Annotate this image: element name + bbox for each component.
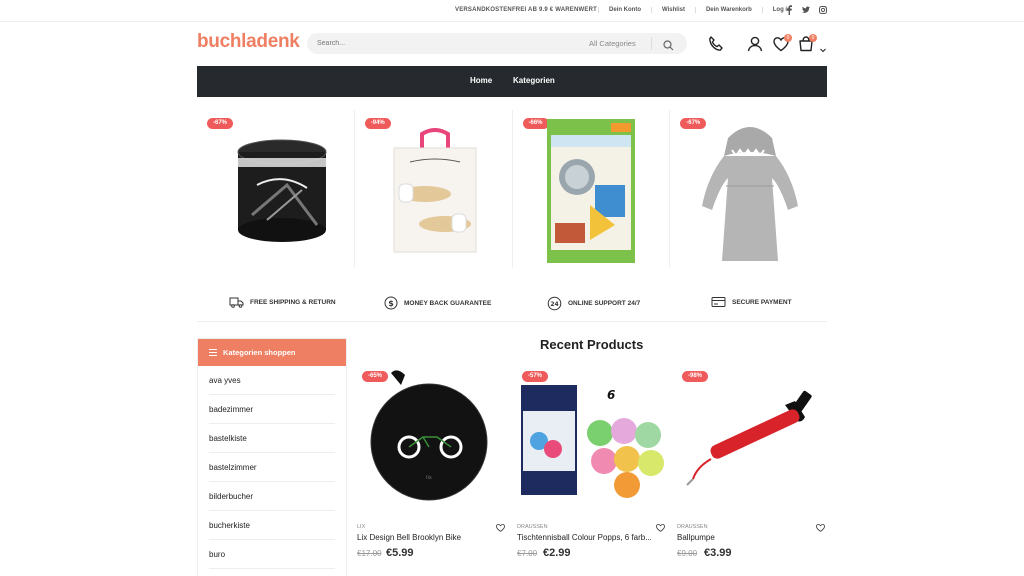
product-old-price: €17.00 [357, 549, 382, 558]
discount-badge: -65% [362, 371, 389, 382]
sidebar-item-ava-yves[interactable]: ava yves [209, 366, 335, 395]
sidebar-title: Kategorien shoppen [223, 348, 296, 357]
featured-product-card[interactable]: -67% [197, 110, 355, 268]
shipping-info: VERSANDKOSTENFREI AB 9.9 € WARENWERT [455, 7, 597, 13]
product-old-price: €9.00 [677, 549, 698, 558]
chevron-down-icon[interactable] [820, 40, 826, 58]
sidebar-item-bilderbucher[interactable]: bilderbucher [209, 482, 335, 511]
discount-badge: -94% [364, 118, 391, 129]
product-price: €3.99 [704, 547, 732, 559]
search-divider [651, 37, 652, 50]
link-cart[interactable]: Dein Warenkorb [694, 7, 762, 13]
shark-hooded-towel-image [702, 127, 799, 261]
search-bar: All Categories [307, 33, 687, 54]
wishlist-count-badge: 0 [784, 34, 792, 42]
featured-product-card[interactable]: -66% [513, 110, 671, 268]
product-card[interactable]: -98% DRAUSSEN Ballpumpe €9.00 €3.99 [677, 367, 827, 572]
main-nav: Home Kategorien [197, 66, 827, 97]
product-name[interactable]: Ballpumpe [677, 533, 817, 542]
phone-icon[interactable] [707, 35, 725, 53]
instagram-icon[interactable] [819, 5, 827, 15]
user-icon[interactable] [746, 35, 764, 53]
top-bar: VERSANDKOSTENFREI AB 9.9 € WARENWERT Dei… [0, 0, 1024, 22]
featured-products-banner: -67% -94% -66% -67% [197, 110, 827, 268]
account-links: Dein Konto Wishlist Dein Warenkorb Log i… [598, 7, 801, 13]
product-price: €2.99 [543, 547, 571, 559]
credit-card-icon [711, 297, 726, 307]
feature-money-back: $ MONEY BACK GUARANTEE [384, 296, 491, 310]
search-input[interactable] [317, 37, 567, 50]
search-icon[interactable] [663, 38, 674, 56]
feature-label: SECURE PAYMENT [732, 298, 792, 306]
product-name[interactable]: Tischtennisball Colour Popps, 6 farb... [517, 533, 657, 542]
sidebar-header[interactable]: Kategorien shoppen [198, 339, 346, 366]
feature-label: MONEY BACK GUARANTEE [404, 299, 492, 307]
nav-home[interactable]: Home [470, 76, 492, 85]
table-tennis-balls-image: 6 [521, 385, 664, 498]
sidebar-item-buro[interactable]: buro [209, 540, 335, 569]
ball-pump-image [686, 390, 812, 486]
site-logo[interactable]: buchladenk [197, 31, 300, 53]
sidebar-item-bastelzimmer[interactable]: bastelzimmer [209, 453, 335, 482]
heart-icon[interactable] [496, 524, 505, 532]
bike-bell-image: lix [370, 370, 488, 501]
social-links [785, 5, 827, 15]
product-name[interactable]: Lix Design Bell Brooklyn Bike [357, 533, 497, 542]
sidebar-item-bucherkiste[interactable]: bucherkiste [209, 511, 335, 540]
feature-label: ONLINE SUPPORT 24/7 [568, 300, 641, 307]
product-old-price: €7.00 [517, 549, 538, 558]
sidebar-item-bastelkiste[interactable]: bastelkiste [209, 424, 335, 453]
section-title: Recent Products [540, 337, 644, 352]
product-category[interactable]: LIX [357, 524, 365, 530]
reflective-sticker-tin-image [237, 139, 327, 242]
category-select[interactable]: All Categories [589, 39, 636, 48]
twitter-icon[interactable] [802, 5, 810, 15]
morse-code-lamp-box-image [546, 119, 635, 263]
hair-clips-card-image [393, 128, 477, 253]
featured-product-card[interactable]: -67% [670, 110, 827, 268]
feature-shipping: FREE SHIPPING & RETURN [229, 296, 336, 308]
sidebar-item-badezimmer[interactable]: badezimmer [209, 395, 335, 424]
feature-support: 24 ONLINE SUPPORT 24/7 [547, 296, 640, 311]
discount-badge: -57% [522, 371, 549, 382]
featured-product-card[interactable]: -94% [355, 110, 513, 268]
dollar-icon: $ [384, 296, 398, 310]
facebook-icon[interactable] [785, 5, 793, 15]
features-bar: FREE SHIPPING & RETURN $ MONEY BACK GUAR… [197, 288, 827, 322]
link-account[interactable]: Dein Konto [598, 7, 651, 13]
link-wishlist[interactable]: Wishlist [651, 7, 695, 13]
nav-kategorien[interactable]: Kategorien [513, 76, 555, 85]
heart-icon[interactable] [816, 524, 825, 532]
truck-icon [229, 297, 244, 308]
svg-text:6: 6 [607, 388, 615, 402]
svg-text:$: $ [388, 299, 394, 308]
product-category[interactable]: DRAUSSEN [677, 524, 708, 530]
product-price: €5.99 [386, 547, 414, 559]
feature-label: FREE SHIPPING & RETURN [250, 298, 336, 306]
discount-badge: -67% [207, 118, 234, 129]
svg-text:lix: lix [426, 475, 432, 481]
product-card[interactable]: 6 -57% DRAUSSEN Tischtennisball Colour P… [517, 367, 667, 572]
heart-icon[interactable] [656, 524, 665, 532]
product-card[interactable]: lix -65% LIX Lix Design Bell Brooklyn Bi… [357, 367, 507, 572]
product-category[interactable]: DRAUSSEN [517, 524, 548, 530]
support-24-icon: 24 [547, 296, 562, 311]
discount-badge: -98% [682, 371, 709, 382]
menu-icon [209, 349, 217, 356]
svg-text:24: 24 [550, 301, 558, 308]
feature-secure-payment: SECURE PAYMENT [711, 296, 792, 308]
cart-count-badge: 0 [809, 34, 817, 42]
category-sidebar: Kategorien shoppen ava yves badezimmer b… [197, 338, 347, 576]
